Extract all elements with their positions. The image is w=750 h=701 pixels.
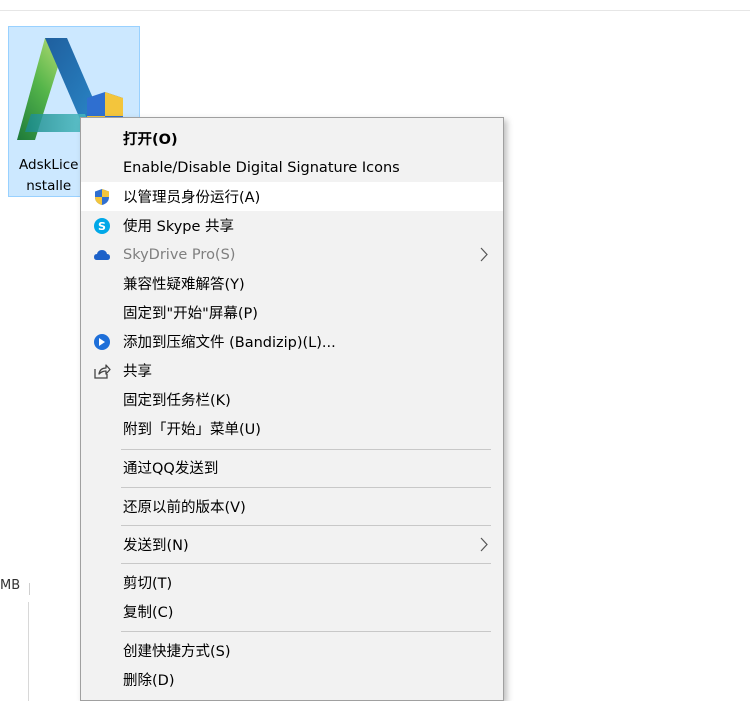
cloud-icon (94, 250, 110, 260)
menu-label: 附到「开始」菜单(U) (123, 422, 261, 438)
menu-label: 以管理员身份运行(A) (123, 190, 261, 206)
menu-item-send-to[interactable]: 发送到(N) (81, 530, 503, 559)
menu-label: Enable/Disable Digital Signature Icons (123, 159, 400, 176)
menu-item-pin-start[interactable]: 固定到"开始"屏幕(P) (81, 298, 503, 327)
menu-item-copy[interactable]: 复制(C) (81, 597, 503, 626)
menu-item-restore-versions[interactable]: 还原以前的版本(V) (81, 492, 503, 521)
menu-item-bandizip[interactable]: 添加到压缩文件 (Bandizip)(L)... (81, 327, 503, 356)
divider (29, 583, 30, 595)
menu-label: 还原以前的版本(V) (123, 500, 246, 516)
menu-separator (121, 631, 491, 632)
menu-item-send-qq[interactable]: 通过QQ发送到 (81, 453, 503, 482)
menu-label: 通过QQ发送到 (123, 461, 219, 477)
menu-label: SkyDrive Pro(S) (123, 246, 236, 263)
skype-icon: S (94, 218, 110, 234)
menu-label: 打开(O) (123, 132, 178, 148)
window-title-bar (0, 0, 750, 11)
uac-shield-icon (95, 189, 109, 205)
menu-label: 复制(C) (123, 605, 174, 621)
menu-label: 删除(D) (123, 673, 175, 689)
menu-label: 剪切(T) (123, 576, 173, 592)
menu-separator (121, 525, 491, 526)
menu-label: 添加到压缩文件 (Bandizip)(L)... (123, 335, 336, 351)
menu-label: 发送到(N) (123, 538, 189, 554)
menu-item-skydrive-pro[interactable]: SkyDrive Pro(S) (81, 240, 503, 269)
chevron-right-icon (480, 247, 488, 262)
menu-label: 固定到"开始"屏幕(P) (123, 306, 258, 322)
menu-item-cut[interactable]: 剪切(T) (81, 568, 503, 597)
menu-label: 共享 (123, 364, 152, 380)
chevron-right-icon (480, 537, 488, 552)
menu-item-create-shortcut[interactable]: 创建快捷方式(S) (81, 636, 503, 665)
menu-item-pin-taskbar[interactable]: 固定到任务栏(K) (81, 385, 503, 414)
file-name: AdskLice nstalle (19, 155, 78, 197)
menu-separator (121, 487, 491, 488)
bandizip-icon (94, 334, 110, 350)
menu-item-skype-share[interactable]: S 使用 Skype 共享 (81, 211, 503, 240)
menu-item-share[interactable]: 共享 (81, 356, 503, 385)
file-size-text: MB (0, 578, 21, 593)
menu-item-open[interactable]: 打开(O) (81, 124, 503, 153)
menu-item-compat-troubleshoot[interactable]: 兼容性疑难解答(Y) (81, 269, 503, 298)
context-menu: 打开(O) Enable/Disable Digital Signature I… (80, 117, 504, 701)
menu-label: 固定到任务栏(K) (123, 393, 231, 409)
menu-item-run-as-admin[interactable]: 以管理员身份运行(A) (81, 182, 503, 211)
menu-item-digital-signature[interactable]: Enable/Disable Digital Signature Icons (81, 153, 503, 182)
menu-label: 创建快捷方式(S) (123, 644, 231, 660)
file-name-line1: AdskLice (19, 157, 79, 173)
pane-divider-vertical (28, 602, 29, 701)
menu-separator (121, 449, 491, 450)
file-name-line2: nstalle (26, 178, 72, 194)
share-icon (94, 364, 111, 379)
menu-item-delete[interactable]: 删除(D) (81, 665, 503, 694)
menu-label: 兼容性疑难解答(Y) (123, 277, 245, 293)
svg-text:S: S (98, 220, 106, 233)
menu-item-attach-start-menu[interactable]: 附到「开始」菜单(U) (81, 414, 503, 443)
menu-separator (121, 563, 491, 564)
menu-label: 使用 Skype 共享 (123, 219, 235, 235)
